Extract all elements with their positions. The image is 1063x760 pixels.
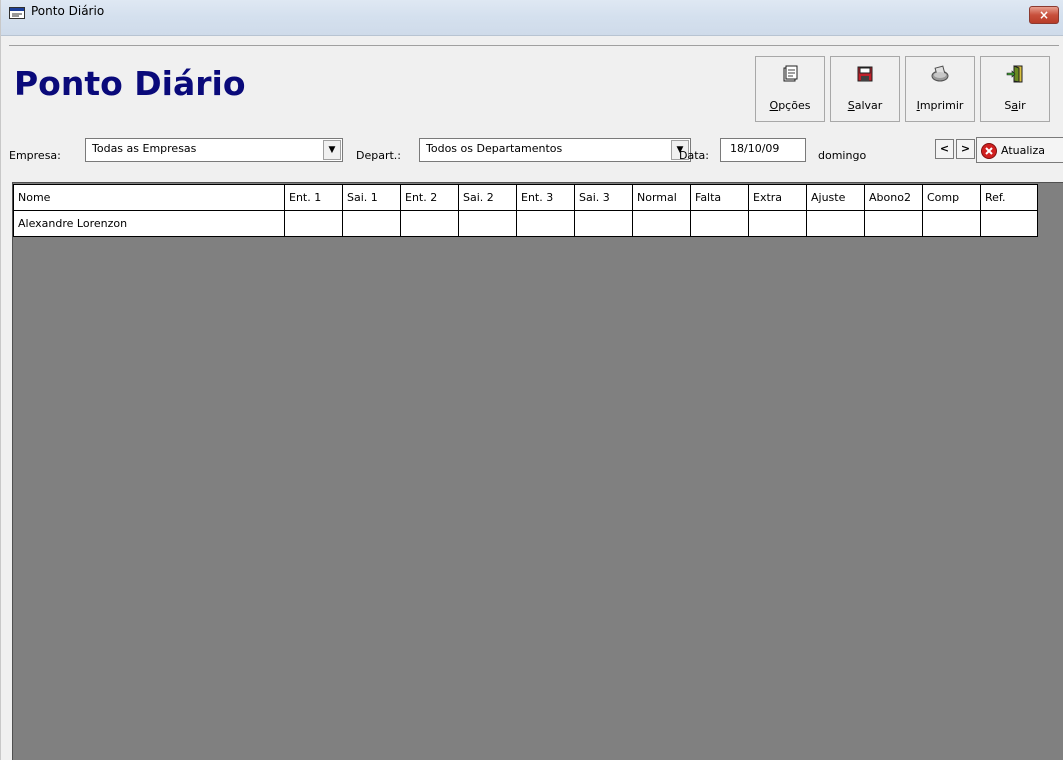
grid-header-row: Nome Ent. 1 Sai. 1 Ent. 2 Sai. 2 Ent. 3 …	[13, 184, 1038, 211]
grid-cell[interactable]	[864, 210, 923, 237]
print-button[interactable]: Imprimir	[905, 56, 975, 122]
grid-cell[interactable]	[922, 210, 981, 237]
grid-cell[interactable]	[748, 210, 807, 237]
document-gear-icon	[783, 65, 798, 82]
header-divider	[9, 45, 1059, 46]
exit-label: Sair	[1004, 99, 1026, 112]
empresa-label: Empresa:	[9, 149, 61, 162]
empresa-select[interactable]: Todas as Empresas ▼	[85, 138, 343, 162]
grid-cell[interactable]	[284, 210, 343, 237]
column-header[interactable]: Ref.	[980, 184, 1038, 211]
grid-cell[interactable]	[690, 210, 749, 237]
column-header[interactable]: Ent. 1	[284, 184, 343, 211]
close-button[interactable]: ×	[1029, 6, 1059, 24]
depart-value: Todos os Departamentos	[426, 142, 563, 155]
window-app-icon	[9, 7, 25, 19]
column-header[interactable]: Falta	[690, 184, 749, 211]
exit-button[interactable]: Sair	[980, 56, 1050, 122]
save-button[interactable]: Salvar	[830, 56, 900, 122]
column-header[interactable]: Ent. 2	[400, 184, 459, 211]
date-value: 18/10/09	[730, 142, 780, 155]
data-label: Data:	[679, 149, 709, 162]
grid-cell[interactable]	[400, 210, 459, 237]
next-day-button[interactable]: >	[956, 139, 975, 159]
chevron-right-icon: >	[960, 142, 971, 155]
title-bar: Ponto Diário ×	[1, 0, 1063, 36]
grid-cell[interactable]	[806, 210, 865, 237]
printer-icon	[931, 65, 949, 82]
print-label: Imprimir	[916, 99, 964, 112]
depart-label: Depart.:	[356, 149, 401, 162]
floppy-disk-icon	[857, 66, 873, 82]
date-field[interactable]: 18/10/09	[720, 138, 806, 162]
grid-cell[interactable]	[342, 210, 401, 237]
column-header[interactable]: Sai. 3	[574, 184, 633, 211]
previous-day-button[interactable]: <	[935, 139, 954, 159]
save-label: Salvar	[847, 99, 883, 112]
grid-cell[interactable]	[632, 210, 691, 237]
empresa-value: Todas as Empresas	[92, 142, 197, 155]
grid-cell[interactable]	[458, 210, 517, 237]
timesheet-grid[interactable]: Nome Ent. 1 Sai. 1 Ent. 2 Sai. 2 Ent. 3 …	[13, 184, 1038, 237]
window-title: Ponto Diário	[31, 4, 105, 18]
column-header[interactable]: Sai. 2	[458, 184, 517, 211]
red-x-icon	[981, 143, 997, 159]
column-header[interactable]: Extra	[748, 184, 807, 211]
grid-cell[interactable]	[980, 210, 1038, 237]
refresh-label: Atualiza	[1001, 144, 1045, 157]
column-header[interactable]: Nome	[13, 184, 285, 211]
column-header[interactable]: Sai. 1	[342, 184, 401, 211]
column-header[interactable]: Ent. 3	[516, 184, 575, 211]
grid-cell[interactable]	[574, 210, 633, 237]
column-header[interactable]: Ajuste	[806, 184, 865, 211]
column-header[interactable]: Comp	[922, 184, 981, 211]
page-title: Ponto Diário	[14, 64, 246, 103]
options-button[interactable]: Opções	[755, 56, 825, 122]
weekday-label: domingo	[818, 149, 867, 162]
refresh-button[interactable]: Atualiza	[976, 137, 1063, 163]
ponto-diario-window: Ponto Diário × Ponto Diário Opções Salva…	[0, 0, 1063, 760]
exit-door-icon	[1006, 65, 1023, 83]
grid-background	[12, 182, 1063, 760]
chevron-left-icon: <	[939, 142, 950, 155]
close-icon: ×	[1038, 8, 1050, 22]
column-header[interactable]: Normal	[632, 184, 691, 211]
column-header[interactable]: Abono2	[864, 184, 923, 211]
table-row[interactable]: Alexandre Lorenzon	[13, 210, 1038, 237]
chevron-down-icon[interactable]: ▼	[323, 140, 341, 160]
depart-select[interactable]: Todos os Departamentos ▼	[419, 138, 691, 162]
grid-cell[interactable]	[516, 210, 575, 237]
employee-name-cell[interactable]: Alexandre Lorenzon	[13, 210, 285, 237]
options-label: Opções	[769, 99, 811, 112]
